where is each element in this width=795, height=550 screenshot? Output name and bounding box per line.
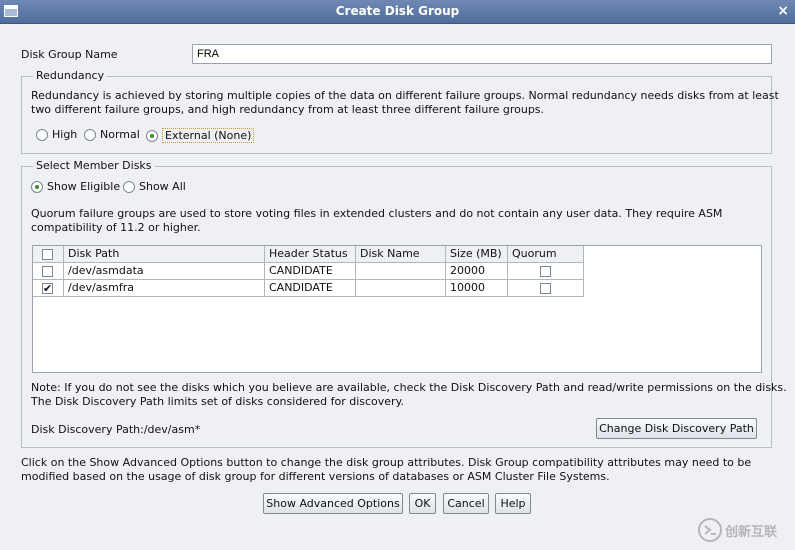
radio-normal[interactable]: Normal [84, 128, 140, 141]
quorum-note-line2: compatibility of 11.2 or higher. [31, 221, 201, 234]
radio-show-all-label: Show All [139, 180, 186, 193]
row-select-checkbox[interactable]: ✔ [42, 283, 53, 294]
select-all-checkbox[interactable] [42, 249, 53, 260]
watermark-text: 创新互联 [725, 525, 778, 540]
table-cell-quorum[interactable] [508, 263, 584, 280]
table-row-select-cell[interactable] [33, 263, 64, 280]
ok-button[interactable]: OK [409, 493, 436, 514]
quorum-checkbox[interactable] [540, 266, 551, 277]
disk-group-name-label: Disk Group Name [21, 48, 118, 61]
column-header-disk-name[interactable]: Disk Name [356, 246, 446, 263]
table-cell-header-status: CANDIDATE [265, 263, 356, 280]
table-cell-disk-path: /dev/asmdata [64, 263, 265, 280]
radio-show-all-button[interactable] [123, 180, 135, 193]
radio-high[interactable]: High [36, 128, 77, 141]
advanced-note-line2: modified based on the usage of disk grou… [21, 470, 610, 483]
radio-show-all[interactable]: Show All [123, 180, 186, 193]
disk-table[interactable]: Disk Path Header Status Disk Name Size (… [32, 245, 762, 373]
discovery-note-line2: The Disk Discovery Path limits set of di… [31, 395, 405, 408]
change-discovery-path-button[interactable]: Change Disk Discovery Path [596, 418, 757, 439]
radio-show-eligible[interactable]: Show Eligible [31, 180, 120, 193]
redundancy-description-line2: two different failure groups, and high r… [31, 103, 545, 116]
cancel-button[interactable]: Cancel [443, 493, 489, 514]
radio-external-button[interactable] [146, 129, 158, 142]
help-button[interactable]: Help [495, 493, 531, 514]
redundancy-description-line1: Redundancy is achieved by storing multip… [31, 89, 779, 102]
row-select-checkbox[interactable] [42, 266, 53, 277]
radio-normal-button[interactable] [84, 128, 96, 141]
window-title: Create Disk Group [335, 4, 460, 18]
column-header-disk-path[interactable]: Disk Path [64, 246, 265, 263]
member-disks-legend: Select Member Disks [33, 159, 155, 172]
table-cell-disk-name[interactable] [356, 263, 446, 280]
show-advanced-options-button[interactable]: Show Advanced Options [263, 493, 403, 514]
table-cell-header-status: CANDIDATE [265, 280, 356, 297]
table-cell-disk-name[interactable] [356, 280, 446, 297]
radio-external[interactable]: External (None) [146, 128, 255, 143]
quorum-checkbox[interactable] [540, 283, 551, 294]
table-cell-size: 10000 [446, 280, 508, 297]
table-row-select-cell[interactable]: ✔ [33, 280, 64, 297]
radio-show-eligible-label: Show Eligible [47, 180, 121, 193]
column-header-size[interactable]: Size (MB) [446, 246, 508, 263]
watermark-icon [698, 518, 722, 542]
table-cell-quorum[interactable] [508, 280, 584, 297]
title-bar: Create Disk Group × [0, 0, 795, 24]
watermark-logo: 创新互联 [695, 514, 795, 546]
advanced-note-line1: Click on the Show Advanced Options butto… [21, 456, 752, 469]
close-icon[interactable]: × [777, 3, 789, 19]
redundancy-legend: Redundancy [33, 69, 108, 82]
disk-group-name-input[interactable] [192, 44, 772, 64]
discovery-note-line1: Note: If you do not see the disks which … [31, 381, 787, 394]
column-header-header-status[interactable]: Header Status [265, 246, 356, 263]
radio-normal-label: Normal [100, 128, 140, 141]
radio-show-eligible-button[interactable] [31, 180, 43, 193]
select-all-header[interactable] [33, 246, 64, 263]
quorum-note-line1: Quorum failure groups are used to store … [31, 207, 723, 220]
table-cell-disk-path: /dev/asmfra [64, 280, 265, 297]
radio-high-button[interactable] [36, 128, 48, 141]
radio-external-label: External (None) [162, 128, 255, 143]
discovery-path-label: Disk Discovery Path:/dev/asm* [31, 423, 201, 436]
radio-high-label: High [52, 128, 78, 141]
column-header-quorum[interactable]: Quorum [508, 246, 584, 263]
table-cell-size: 20000 [446, 263, 508, 280]
